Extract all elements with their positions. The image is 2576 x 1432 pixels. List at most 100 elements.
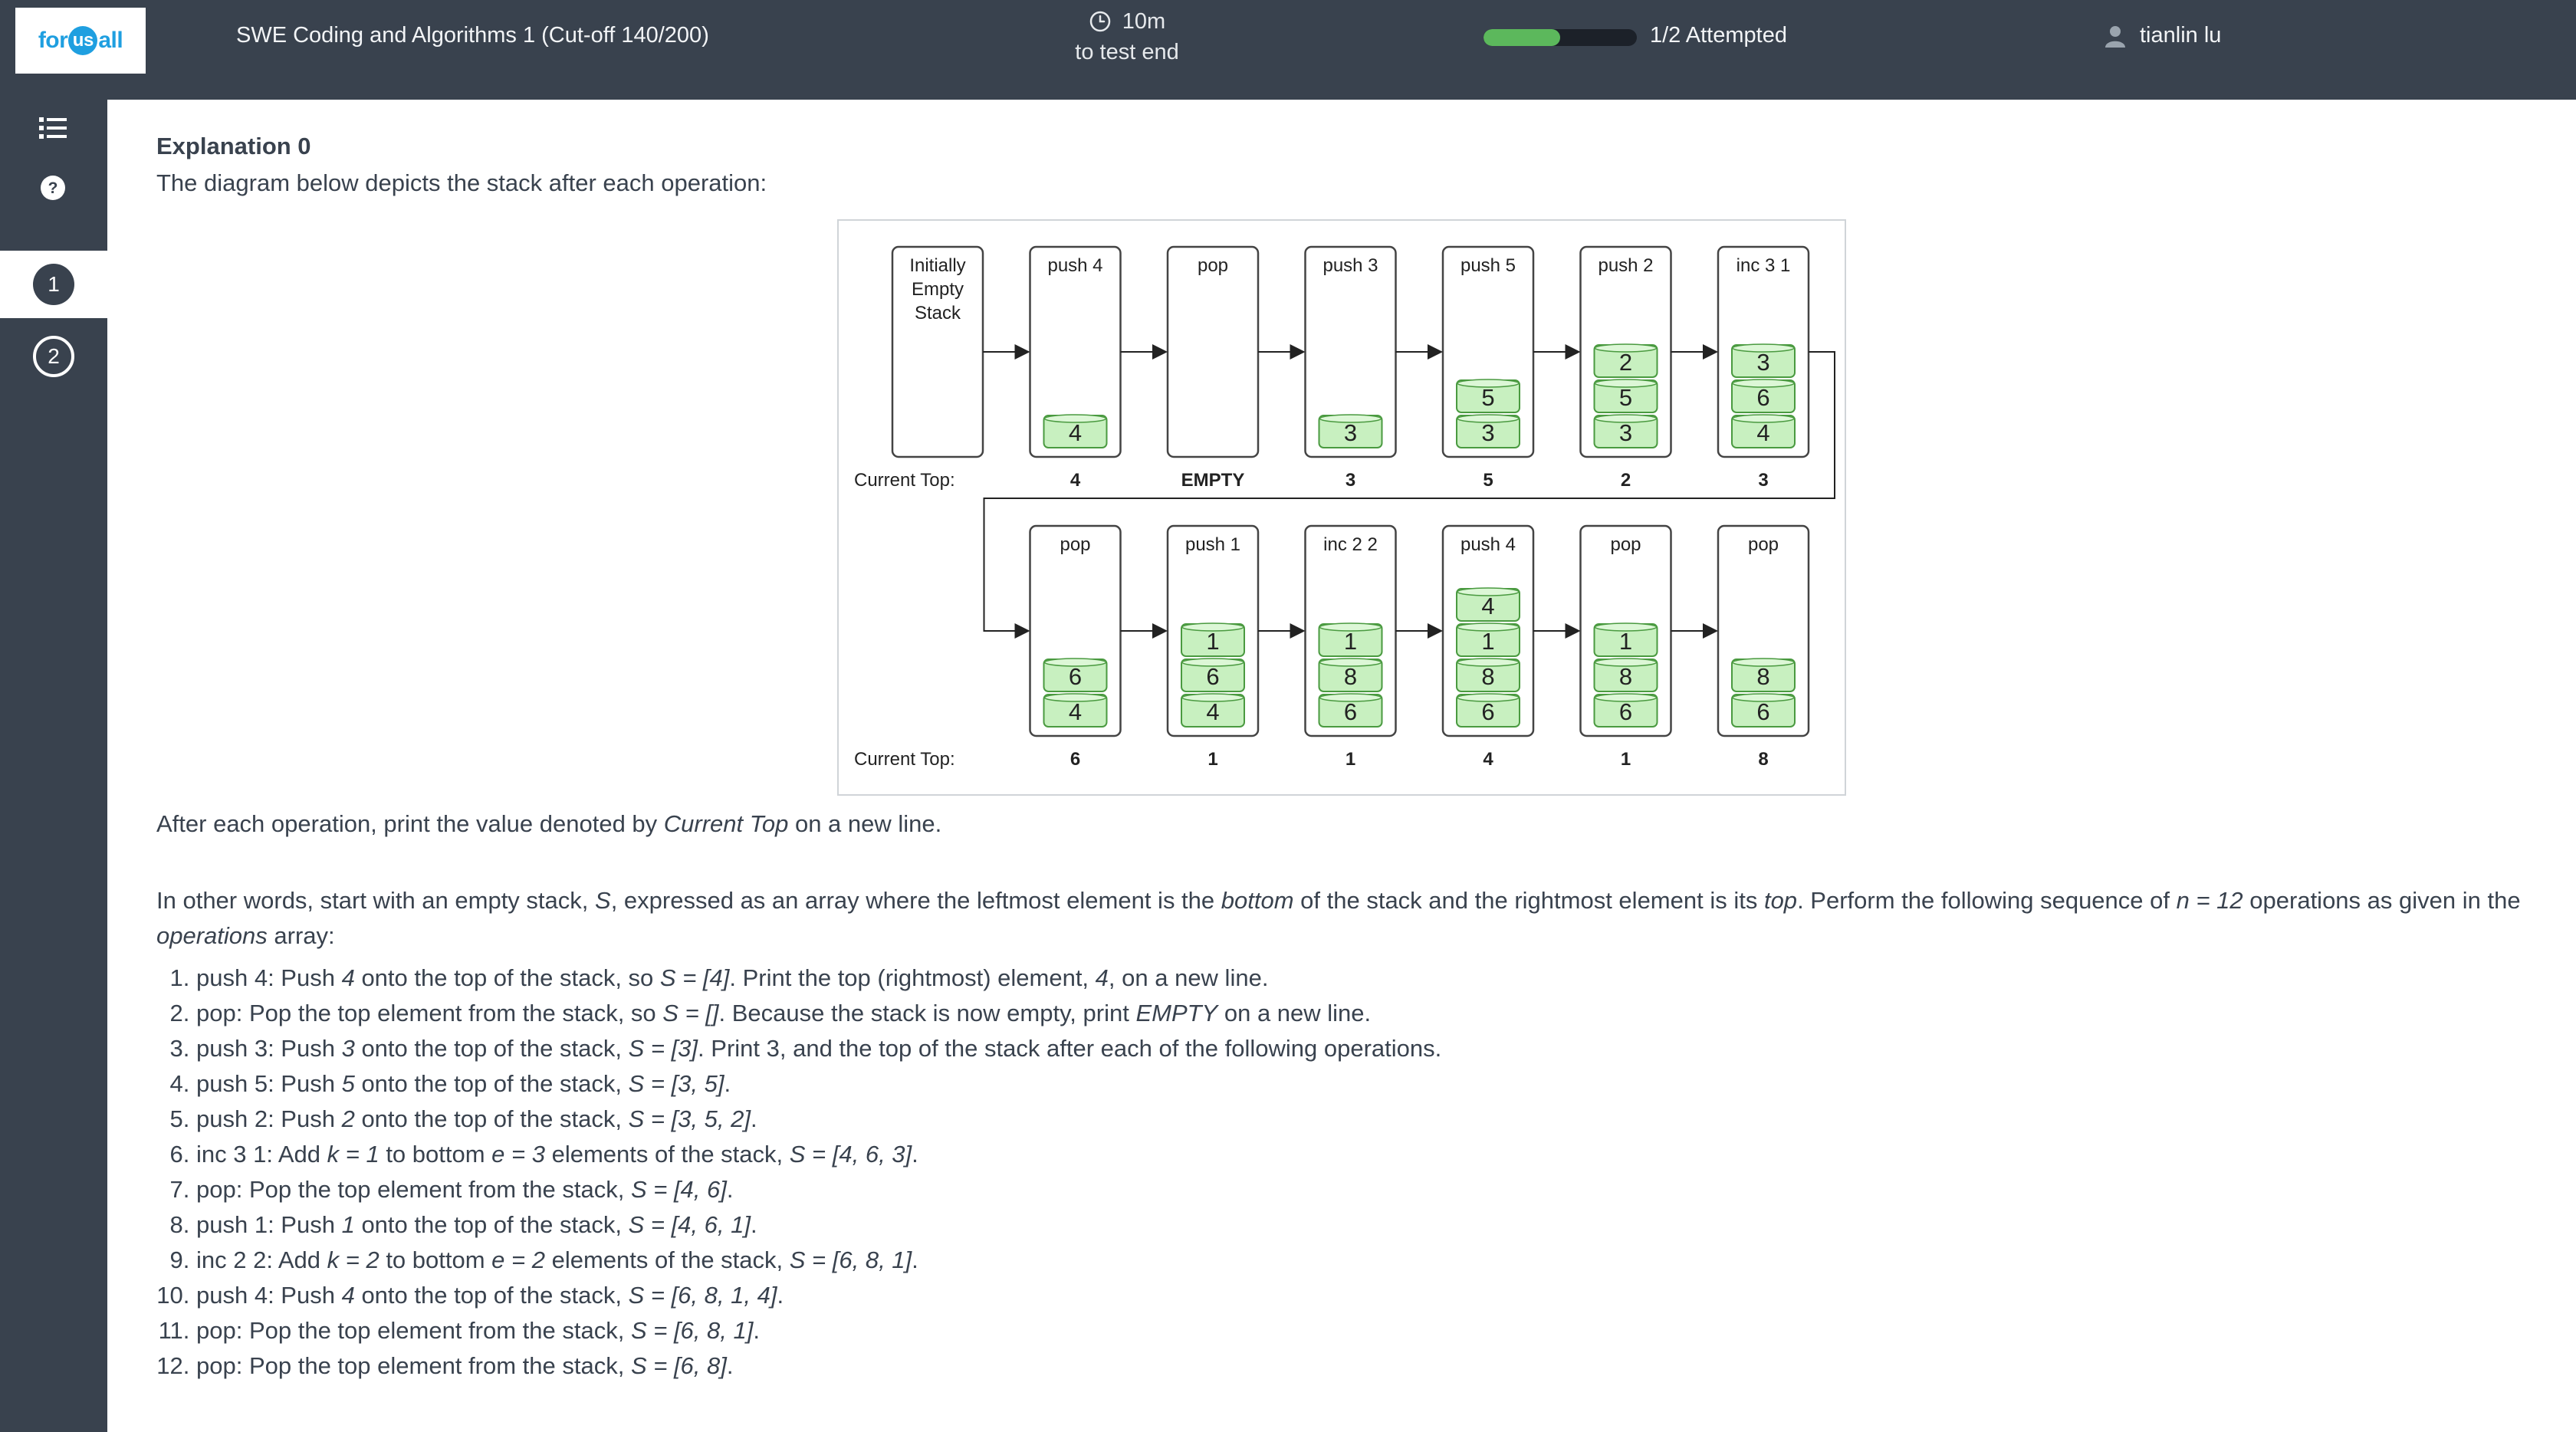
current-top-value: 6: [1070, 749, 1080, 770]
current-top-value: 1: [1621, 749, 1631, 770]
operation-em: k = 2: [327, 1246, 380, 1273]
stack-item-value: 2: [1619, 349, 1632, 376]
logo-text-left: for: [38, 28, 68, 53]
operation-text: .: [912, 1141, 918, 1168]
operation-text: .: [724, 1070, 731, 1097]
operation-text: .: [726, 1176, 734, 1203]
stack-item-value: 6: [1481, 698, 1494, 725]
operation-em: S = [4]: [659, 964, 730, 991]
operation-text: . Print the top (rightmost) element,: [729, 964, 1096, 991]
stack-item-value: 8: [1619, 663, 1632, 690]
operation-text: onto the top of the stack,: [354, 1070, 629, 1097]
current-top-value: 4: [1483, 749, 1493, 770]
operation-text: .: [726, 1352, 734, 1379]
stack-item-value: 6: [1206, 663, 1219, 690]
operation-label: inc 3 1: [1737, 255, 1791, 276]
operations-list: push 4: Push 4 onto the top of the stack…: [156, 961, 1441, 1384]
operation-text: to bottom: [379, 1141, 492, 1168]
operation-em: 4: [341, 964, 355, 991]
user-name: tianlin lu: [2140, 23, 2222, 48]
explanation-intro: The diagram below depicts the stack afte…: [156, 169, 767, 196]
text-span: array:: [267, 922, 335, 949]
text-em: bottom: [1221, 887, 1294, 914]
timer-value: 10m: [1122, 9, 1166, 34]
stack-diagram: Current Top: Initially Empty Stack push 4 4 4 p…: [837, 219, 1846, 796]
operation-text: on a new line.: [1217, 1000, 1372, 1026]
text-span: In other words, start with an empty stac…: [156, 887, 596, 914]
current-top-value: EMPTY: [1181, 470, 1245, 491]
operation-label: inc 2 2: [1323, 534, 1378, 555]
operation-label: push 1: [1185, 534, 1240, 555]
after-note: After each operation, print the value de…: [156, 806, 941, 842]
current-top-value: 8: [1758, 749, 1768, 770]
operation-item: push 4: Push 4 onto the top of the stack…: [196, 1278, 1441, 1313]
test-title: SWE Coding and Algorithms 1 (Cut-off 140…: [236, 23, 709, 48]
stack-item-value: 8: [1481, 663, 1494, 690]
operation-text: pop: Pop the top element from the stack,: [196, 1176, 631, 1203]
svg-text:?: ?: [48, 179, 58, 197]
operation-item: pop: Pop the top element from the stack,…: [196, 996, 1441, 1031]
current-top-label: Current Top:: [854, 749, 955, 770]
help-button[interactable]: ?: [38, 173, 67, 202]
stack-item-value: 4: [1069, 419, 1082, 446]
stack-item-value: 3: [1756, 349, 1769, 376]
operation-em: k = 1: [327, 1141, 380, 1168]
text-em: n = 12: [2176, 887, 2243, 914]
operation-em: 4: [1095, 964, 1109, 991]
stack-item-value: 6: [1756, 698, 1769, 725]
stack-item-value: 6: [1756, 384, 1769, 411]
after-note-em: Current Top: [663, 810, 789, 837]
operation-label: Stack: [915, 303, 961, 324]
operation-text: . Because the stack is now empty, print: [718, 1000, 1136, 1026]
logo-text-right: all: [98, 28, 123, 53]
operation-em: S = [3, 5]: [628, 1070, 724, 1097]
stack-box: [1166, 245, 1260, 458]
progress-bar: [1484, 29, 1637, 46]
question-nav-1[interactable]: 1: [0, 251, 107, 318]
stack-item-value: 3: [1481, 419, 1494, 446]
progress-fill: [1484, 29, 1560, 46]
current-top-value: 1: [1208, 749, 1217, 770]
operation-text: .: [777, 1282, 784, 1309]
operation-label: pop: [1198, 255, 1228, 276]
user-menu[interactable]: tianlin lu: [2104, 23, 2221, 48]
text-span: of the stack and the rightmost element i…: [1293, 887, 1764, 914]
text-span: . Perform the following sequence of: [1797, 887, 2177, 914]
operation-label: push 5: [1460, 255, 1516, 276]
help-icon: ?: [41, 176, 65, 200]
operation-em: e = 3: [491, 1141, 545, 1168]
operation-text: push 4: Push: [196, 964, 342, 991]
operation-item: push 2: Push 2 onto the top of the stack…: [196, 1102, 1441, 1137]
user-icon: [2105, 25, 2125, 48]
current-top-value: 3: [1758, 470, 1768, 491]
operation-item: push 4: Push 4 onto the top of the stack…: [196, 961, 1441, 996]
other-words-paragraph: In other words, start with an empty stac…: [156, 883, 2533, 954]
text-em: S: [595, 887, 611, 914]
stack-diagram-svg: Current Top: Initially Empty Stack push 4 4 4 p…: [854, 245, 1835, 770]
operation-item: push 3: Push 3 onto the top of the stack…: [196, 1031, 1441, 1066]
text-span: operations as given in the: [2242, 887, 2521, 914]
operation-em: S = [4, 6, 3]: [789, 1141, 912, 1168]
operation-label: Empty: [912, 279, 964, 300]
current-top-label: Current Top:: [854, 470, 955, 491]
stack-item-value: 3: [1344, 419, 1357, 446]
operation-em: S = [6, 8, 1]: [789, 1246, 912, 1273]
operation-text: .: [750, 1211, 757, 1238]
operation-label: pop: [1610, 534, 1641, 555]
question-nav-2[interactable]: 2: [0, 323, 107, 390]
stack-item-value: 1: [1481, 628, 1494, 655]
operation-em: 2: [341, 1105, 355, 1132]
question-number: 2: [33, 336, 74, 377]
stack-item-value: 6: [1619, 698, 1632, 725]
list-icon: [39, 117, 67, 139]
operation-text: onto the top of the stack,: [354, 1211, 629, 1238]
stack-item-value: 4: [1481, 593, 1494, 619]
operation-text: inc 2 2: Add: [196, 1246, 327, 1273]
operation-label: push 2: [1598, 255, 1653, 276]
logo[interactable]: for us all: [15, 8, 146, 74]
stack-item-value: 4: [1206, 698, 1219, 725]
operation-item: inc 3 1: Add k = 1 to bottom e = 3 eleme…: [196, 1137, 1441, 1172]
operation-text: inc 3 1: Add: [196, 1141, 327, 1168]
stack-item-value: 8: [1756, 663, 1769, 690]
question-list-button[interactable]: [38, 113, 67, 143]
